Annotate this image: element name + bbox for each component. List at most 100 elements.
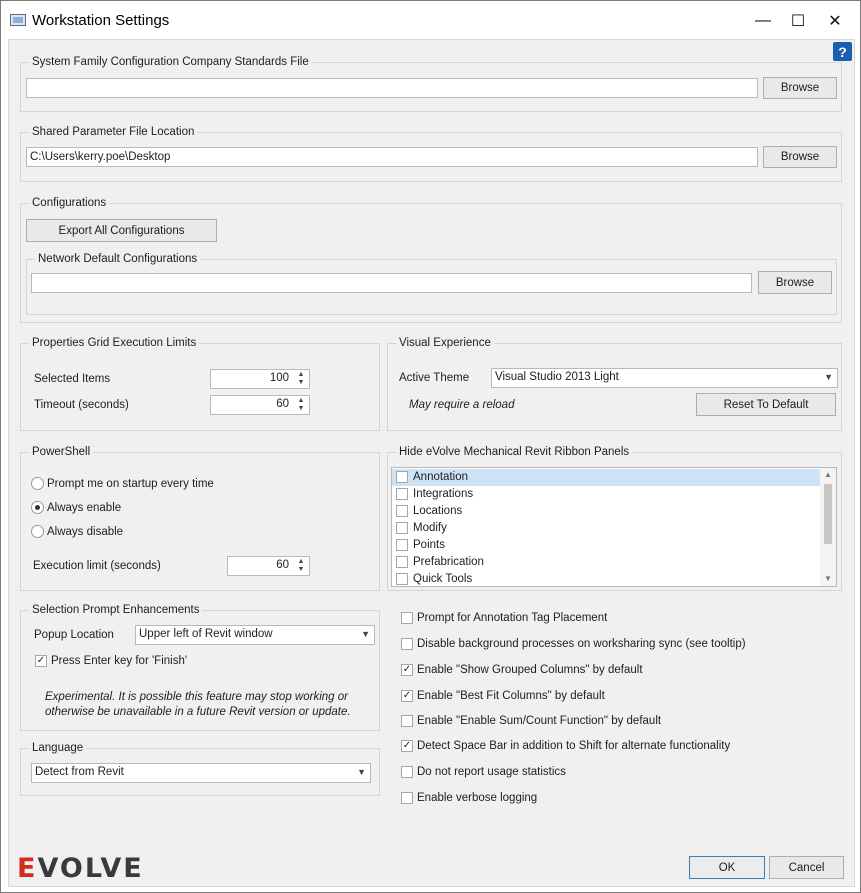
maximize-icon[interactable]: ☐	[778, 7, 818, 35]
best-fit-columns-label: Enable "Best Fit Columns" by default	[417, 690, 605, 702]
list-item[interactable]: Integrations	[392, 486, 822, 503]
show-grouped-columns-label: Enable "Show Grouped Columns" by default	[417, 664, 643, 676]
timeout-label: Timeout (seconds)	[34, 399, 129, 411]
list-item-checkbox[interactable]	[396, 505, 408, 517]
export-all-configurations-button[interactable]: Export All Configurations	[26, 219, 217, 242]
ribbon-panels-title: Hide eVolve Mechanical Revit Ribbon Pane…	[396, 445, 633, 460]
selected-items-stepper[interactable]: 100 ▲ ▼	[210, 369, 310, 389]
popup-location-select[interactable]: Upper left of Revit window ▼	[135, 625, 375, 645]
list-item-label: Prefabrication	[413, 556, 484, 568]
radio-always-enable-label: Always enable	[47, 502, 122, 514]
usage-statistics-label: Do not report usage statistics	[417, 766, 566, 778]
list-item[interactable]: Prefabrication	[392, 554, 822, 571]
list-item-label: Integrations	[413, 488, 474, 500]
scroll-up-icon[interactable]: ▲	[820, 468, 836, 482]
stepper-arrows-icon[interactable]: ▲ ▼	[293, 396, 309, 414]
list-item[interactable]: Points	[392, 537, 822, 554]
chevron-down-icon: ▼	[824, 372, 833, 382]
popup-location-label: Popup Location	[34, 629, 114, 641]
active-theme-label: Active Theme	[399, 372, 470, 384]
visual-experience-title: Visual Experience	[396, 336, 494, 351]
ribbon-panels-list[interactable]: Annotation Integrations Locations Modify…	[391, 467, 837, 587]
workstation-settings-window: Workstation Settings — ☐ ✕ ? System Fami…	[0, 0, 861, 893]
stepper-arrows-icon[interactable]: ▲ ▼	[293, 370, 309, 388]
configurations-group-title: Configurations	[29, 196, 110, 211]
experimental-note: Experimental. It is possible this featur…	[45, 691, 351, 718]
standards-file-path-input[interactable]	[26, 78, 758, 98]
network-default-configurations-input[interactable]	[31, 273, 752, 293]
list-item[interactable]: Locations	[392, 503, 822, 520]
usage-statistics-checkbox[interactable]	[401, 766, 413, 778]
list-item-label: Modify	[413, 522, 447, 534]
list-item-label: Annotation	[413, 471, 468, 483]
best-fit-columns-checkbox[interactable]: ✓	[401, 690, 413, 702]
stepper-arrows-icon[interactable]: ▲ ▼	[293, 557, 309, 575]
radio-prompt-on-startup-label: Prompt me on startup every time	[47, 478, 214, 490]
reload-note: May require a reload	[409, 399, 515, 411]
help-icon[interactable]: ?	[833, 42, 852, 61]
list-item[interactable]: Quick Tools	[392, 571, 822, 586]
execution-limit-label: Execution limit (seconds)	[33, 560, 161, 572]
cancel-button[interactable]: Cancel	[769, 856, 844, 879]
network-default-configurations-title: Network Default Configurations	[35, 252, 201, 267]
shared-parameter-browse-button[interactable]: Browse	[763, 146, 837, 168]
ribbon-list-scrollbar[interactable]: ▲ ▼	[820, 468, 836, 586]
reset-to-default-button[interactable]: Reset To Default	[696, 393, 836, 416]
selected-items-value: 100	[269, 372, 289, 384]
properties-grid-limits-group: Properties Grid Execution Limits	[20, 336, 380, 431]
list-item-checkbox[interactable]	[396, 573, 408, 585]
language-title: Language	[29, 741, 87, 756]
list-item-checkbox[interactable]	[396, 488, 408, 500]
settings-app-icon	[10, 14, 26, 26]
standards-browse-button[interactable]: Browse	[763, 77, 837, 99]
list-item-checkbox[interactable]	[396, 539, 408, 551]
verbose-logging-checkbox[interactable]	[401, 792, 413, 804]
list-item-label: Points	[413, 539, 445, 551]
disable-background-label: Disable background processes on workshar…	[417, 638, 746, 650]
close-icon[interactable]: ✕	[815, 7, 855, 35]
minimize-icon[interactable]: —	[743, 7, 783, 35]
press-enter-checkbox[interactable]: ✓	[35, 655, 47, 667]
list-item-checkbox[interactable]	[396, 556, 408, 568]
disable-background-checkbox[interactable]	[401, 638, 413, 650]
radio-always-disable-label: Always disable	[47, 526, 124, 538]
chevron-down-icon: ▼	[361, 629, 370, 639]
detect-space-bar-checkbox[interactable]: ✓	[401, 740, 413, 752]
scroll-down-icon[interactable]: ▼	[820, 572, 836, 586]
language-select[interactable]: Detect from Revit ▼	[31, 763, 371, 783]
list-item-label: Locations	[413, 505, 463, 517]
active-theme-select[interactable]: Visual Studio 2013 Light ▼	[491, 368, 838, 388]
press-enter-label: Press Enter key for 'Finish'	[51, 655, 188, 667]
chevron-down-icon: ▼	[357, 767, 366, 777]
language-value: Detect from Revit	[35, 766, 124, 778]
scroll-thumb[interactable]	[824, 484, 832, 544]
ok-button[interactable]: OK	[689, 856, 765, 879]
radio-prompt-on-startup[interactable]	[31, 477, 44, 490]
timeout-value: 60	[276, 398, 289, 410]
shared-parameter-path-input[interactable]: C:\Users\kerry.poe\Desktop	[26, 147, 758, 167]
sum-count-label: Enable "Enable Sum/Count Function" by de…	[417, 715, 662, 727]
list-item[interactable]: Annotation	[392, 469, 822, 486]
list-item[interactable]: Modify	[392, 520, 822, 537]
annotation-tag-checkbox[interactable]	[401, 612, 413, 624]
shared-parameter-group-title: Shared Parameter File Location	[29, 125, 198, 140]
verbose-logging-label: Enable verbose logging	[417, 792, 538, 804]
list-item-checkbox[interactable]	[396, 471, 408, 483]
powershell-title: PowerShell	[29, 445, 94, 460]
show-grouped-columns-checkbox[interactable]: ✓	[401, 664, 413, 676]
timeout-stepper[interactable]: 60 ▲ ▼	[210, 395, 310, 415]
annotation-tag-label: Prompt for Annotation Tag Placement	[417, 612, 608, 624]
sum-count-checkbox[interactable]	[401, 715, 413, 727]
detect-space-bar-label: Detect Space Bar in addition to Shift fo…	[417, 740, 731, 752]
selection-prompt-title: Selection Prompt Enhancements	[29, 603, 203, 618]
active-theme-value: Visual Studio 2013 Light	[495, 371, 619, 383]
list-item-checkbox[interactable]	[396, 522, 408, 534]
radio-always-enable[interactable]	[31, 501, 44, 514]
execution-limit-stepper[interactable]: 60 ▲ ▼	[227, 556, 310, 576]
title-bar[interactable]: Workstation Settings — ☐ ✕	[1, 1, 860, 39]
evolve-logo: EVOLVE	[17, 853, 144, 884]
popup-location-value: Upper left of Revit window	[139, 628, 273, 640]
selected-items-label: Selected Items	[34, 373, 111, 385]
radio-always-disable[interactable]	[31, 525, 44, 538]
network-browse-button[interactable]: Browse	[758, 271, 832, 294]
